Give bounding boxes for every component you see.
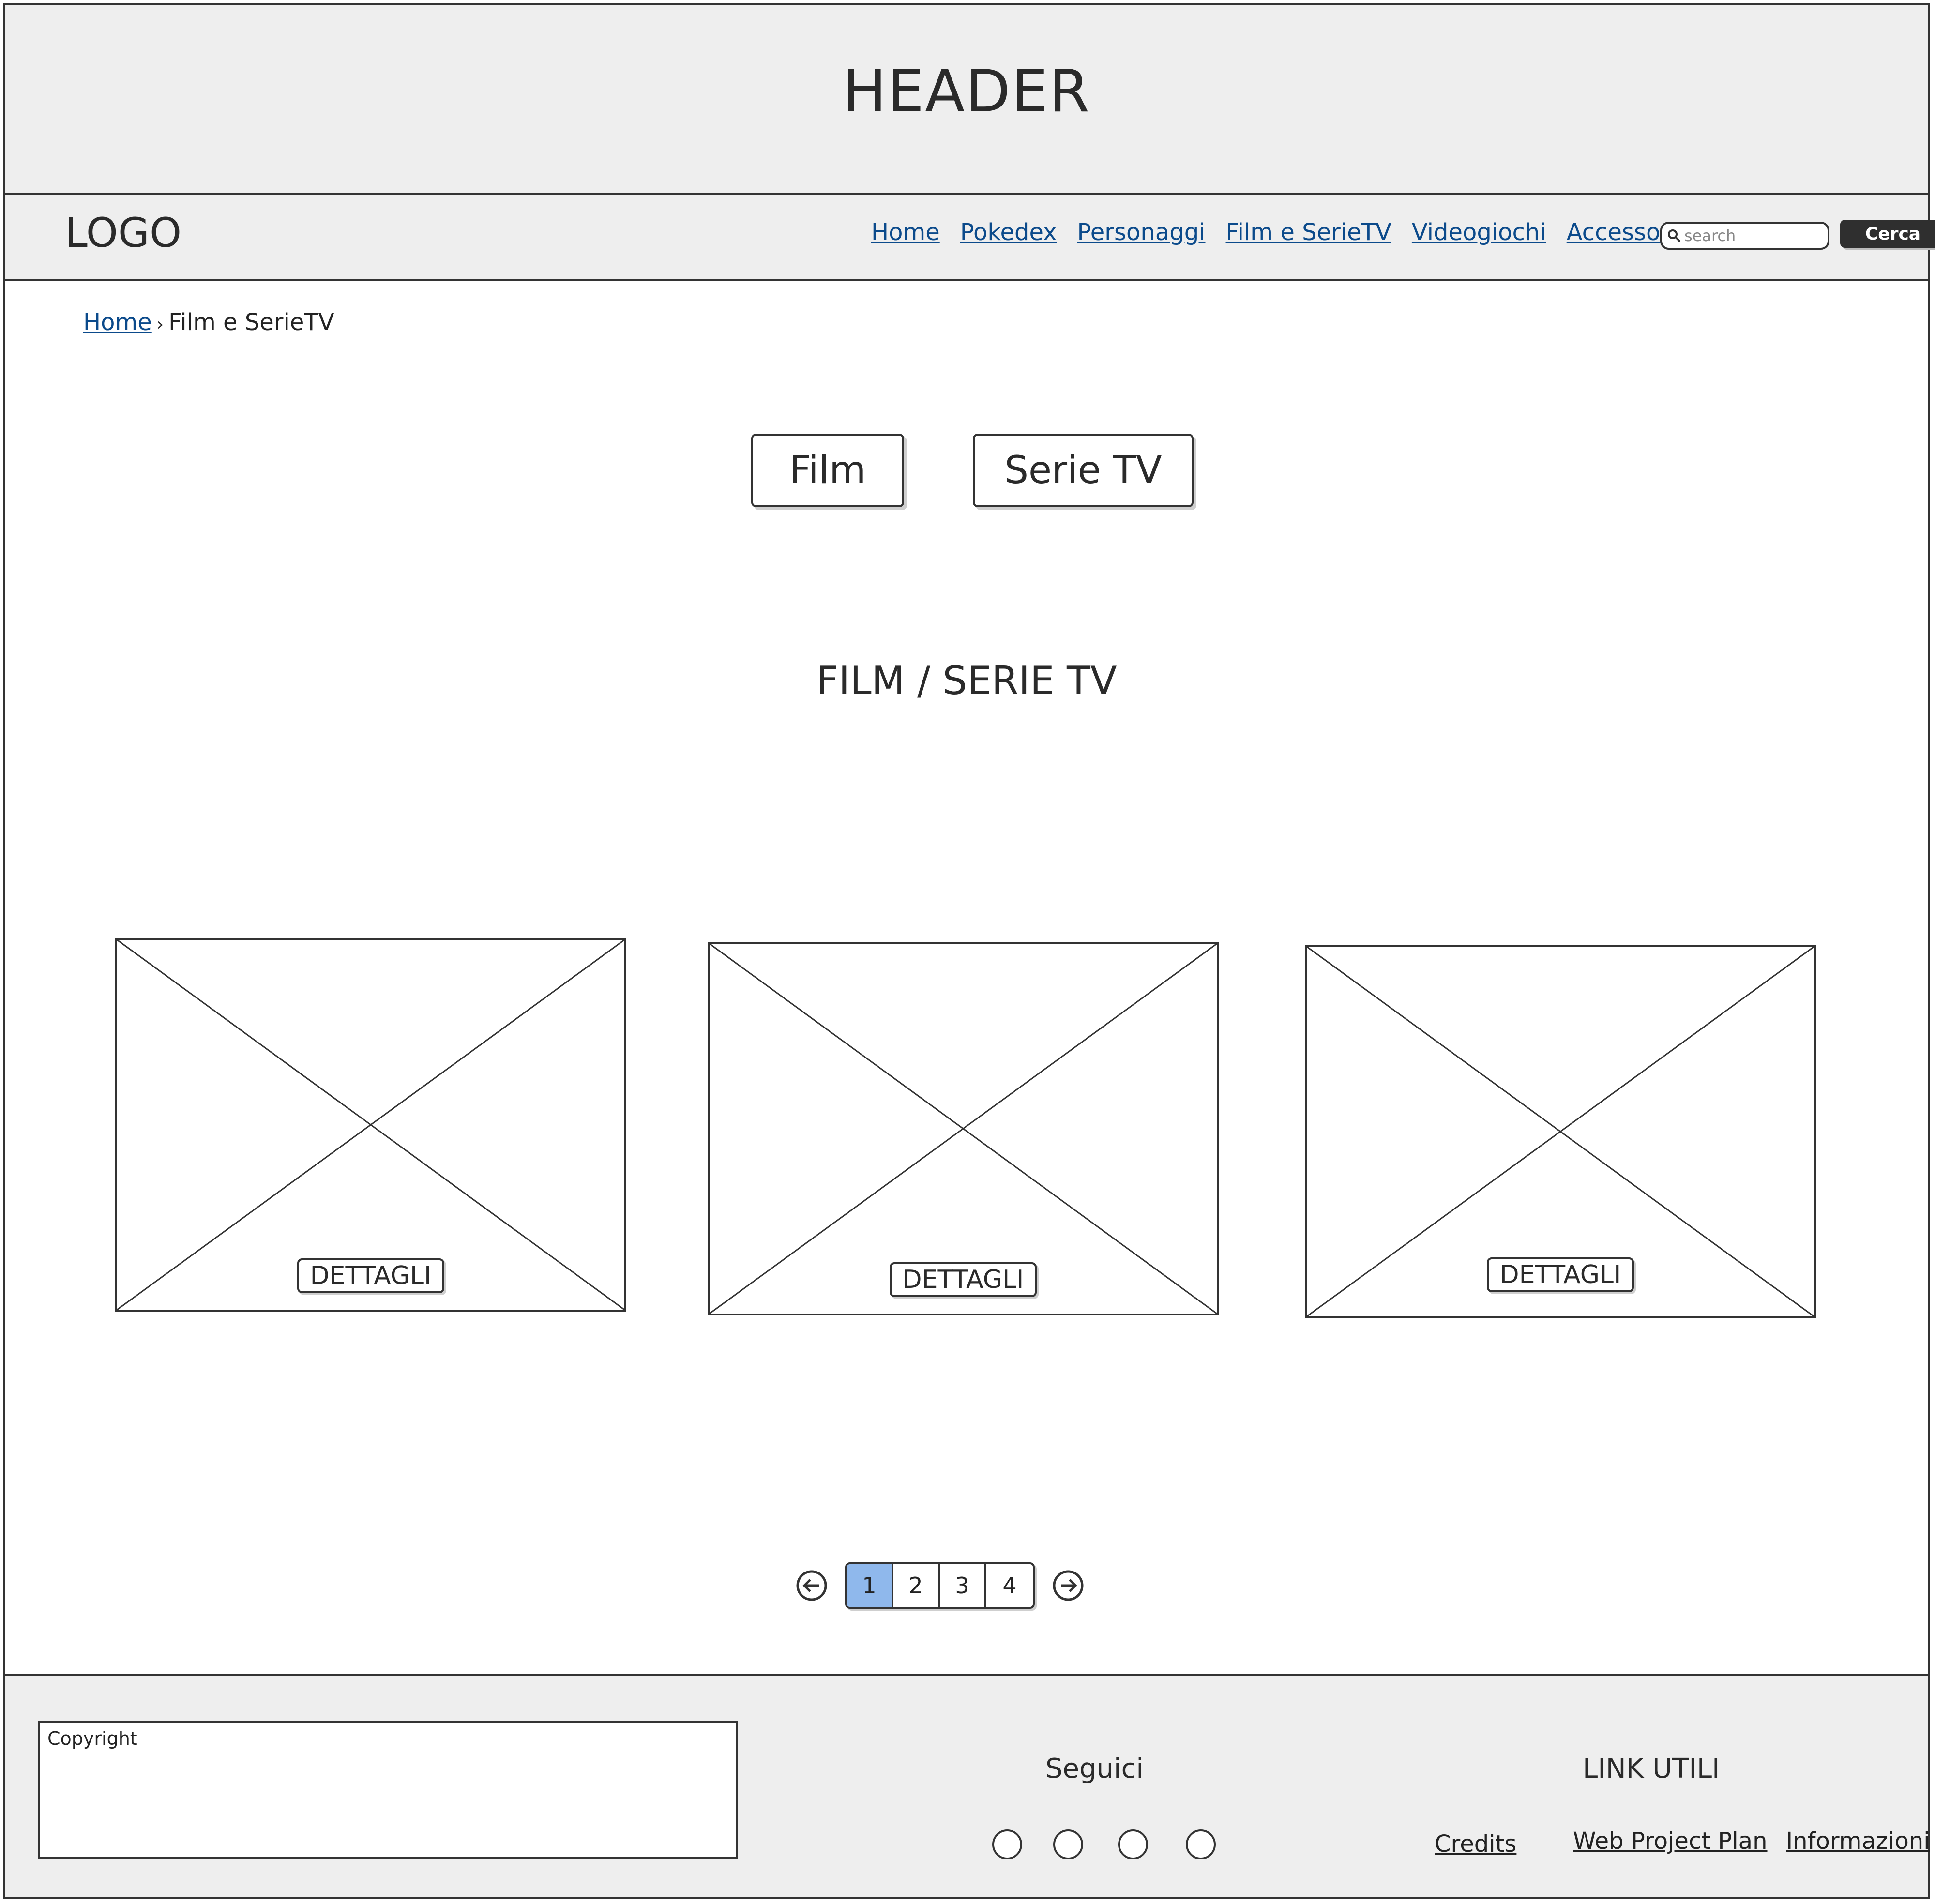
page-button-1[interactable]: 1 <box>847 1564 893 1607</box>
social-icon[interactable] <box>1186 1829 1216 1859</box>
breadcrumb-separator: › <box>156 315 164 334</box>
image-placeholder <box>710 944 1217 1314</box>
page-button-4[interactable]: 4 <box>986 1564 1033 1607</box>
navbar: LOGO Home Pokedex Personaggi Film e Seri… <box>5 195 1935 281</box>
next-page-button[interactable] <box>1052 1570 1084 1602</box>
section-title: FILM / SERIE TV <box>816 658 1117 703</box>
nav-link-personaggi[interactable]: Personaggi <box>1077 219 1206 246</box>
page-frame: HEADER LOGO Home Pokedex Personaggi Film… <box>3 3 1935 1899</box>
copyright-box: Copyright <box>38 1721 738 1859</box>
footer-link-informazioni[interactable]: Informazioni <box>1786 1828 1930 1855</box>
nav-links: Home Pokedex Personaggi Film e SerieTV V… <box>871 219 1680 246</box>
arrow-left-icon <box>796 1570 827 1601</box>
page-button-3[interactable]: 3 <box>940 1564 986 1607</box>
page-button-2[interactable]: 2 <box>893 1564 940 1607</box>
nav-link-home[interactable]: Home <box>871 219 940 246</box>
header: HEADER <box>5 5 1928 195</box>
breadcrumb-home-link[interactable]: Home <box>83 309 152 336</box>
prev-page-button[interactable] <box>796 1570 828 1602</box>
search-icon <box>1667 228 1681 243</box>
footer-link-web-project-plan[interactable]: Web Project Plan <box>1573 1828 1768 1855</box>
film-button[interactable]: Film <box>751 434 904 507</box>
header-title: HEADER <box>843 58 1090 125</box>
nav-link-accesso[interactable]: Accesso <box>1567 219 1661 246</box>
nav-link-film-serietv[interactable]: Film e SerieTV <box>1226 219 1391 246</box>
useful-links-title: LINK UTILI <box>1583 1753 1720 1784</box>
search-button[interactable]: Cerca <box>1840 220 1935 248</box>
search-input[interactable] <box>1681 227 1828 245</box>
nav-link-pokedex[interactable]: Pokedex <box>960 219 1057 246</box>
details-button[interactable]: DETTAGLI <box>297 1258 444 1293</box>
pagination: 1 2 3 4 <box>796 1562 1084 1609</box>
search-box <box>1660 222 1829 250</box>
details-button[interactable]: DETTAGLI <box>890 1262 1037 1297</box>
media-card: DETTAGLI <box>708 942 1219 1315</box>
media-card: DETTAGLI <box>115 938 626 1312</box>
footer-link-credits[interactable]: Credits <box>1435 1830 1516 1858</box>
media-card: DETTAGLI <box>1305 945 1816 1318</box>
serie-tv-button[interactable]: Serie TV <box>973 434 1194 507</box>
logo[interactable]: LOGO <box>65 209 181 257</box>
details-button[interactable]: DETTAGLI <box>1487 1257 1634 1292</box>
follow-title: Seguici <box>1045 1753 1144 1784</box>
image-placeholder <box>117 940 624 1310</box>
copyright-text: Copyright <box>47 1728 137 1749</box>
nav-link-videogiochi[interactable]: Videogiochi <box>1412 219 1546 246</box>
footer: Copyright Seguici LINK UTILI Credits Web… <box>5 1674 1930 1897</box>
social-icon[interactable] <box>992 1829 1022 1859</box>
page-numbers: 1 2 3 4 <box>845 1562 1035 1609</box>
breadcrumb-current: Film e SerieTV <box>168 309 334 336</box>
breadcrumb: Home › Film e SerieTV <box>83 309 334 336</box>
social-icon[interactable] <box>1053 1829 1083 1859</box>
social-icon[interactable] <box>1118 1829 1148 1859</box>
arrow-right-icon <box>1053 1570 1084 1601</box>
